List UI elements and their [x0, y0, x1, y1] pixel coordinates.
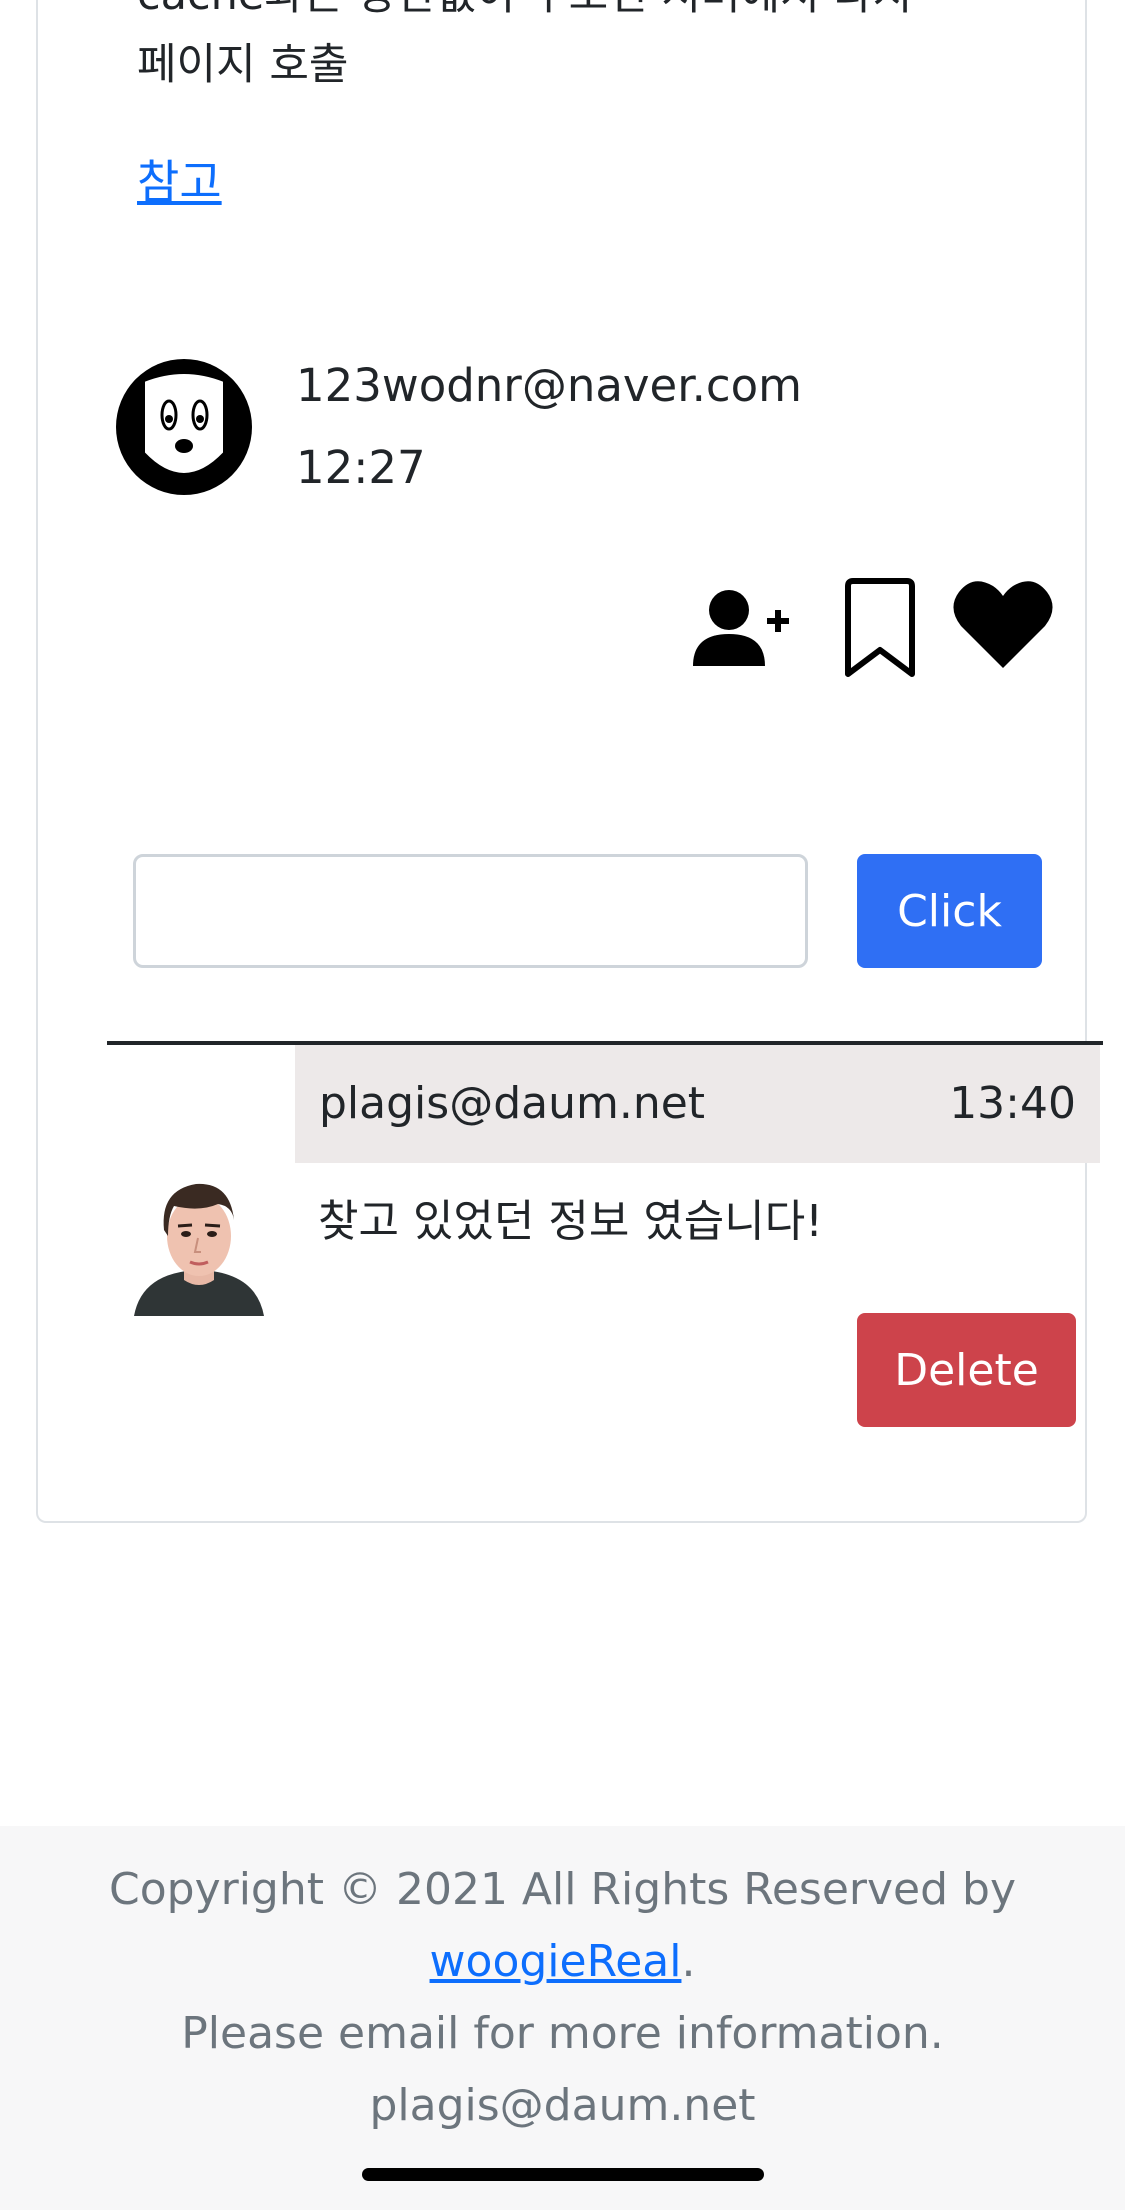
footer-email: plagis@daum.net: [369, 2080, 756, 2131]
delete-comment-button[interactable]: Delete: [857, 1313, 1076, 1427]
comment-text: 찾고 있었던 정보 였습니다!: [318, 1196, 823, 1247]
footer-info: Please email for more information.: [181, 2008, 944, 2059]
author-email: 123wodnr@naver.com: [296, 359, 803, 412]
footer-copyright: Copyright © 2021 All Rights Reserved by: [109, 1864, 1016, 1915]
post-card: cache와는 상관없이 무조건 서버에서 다시 페이지 호출 참고 123wo…: [36, 0, 1103, 1523]
comment-input[interactable]: [133, 854, 808, 968]
heart-icon[interactable]: [953, 578, 1053, 670]
footer-owner-suffix: .: [681, 1936, 696, 1987]
comment-avatar: [134, 1183, 264, 1316]
bookmark-icon[interactable]: [842, 578, 918, 678]
post-body-text: cache와는 상관없이 무조건 서버에서 다시 페이지 호출: [137, 0, 1037, 100]
footer-owner-line: woogieReal.: [0, 1932, 1125, 1992]
comment-submit-button[interactable]: Click: [857, 854, 1042, 968]
home-indicator: [362, 2168, 764, 2181]
footer: Copyright © 2021 All Rights Reserved by …: [0, 1826, 1125, 2210]
footer-owner-link[interactable]: woogieReal: [430, 1936, 682, 1987]
comment-header: plagis@daum.net 13:40: [295, 1045, 1100, 1163]
comment-author: plagis@daum.net: [319, 1078, 706, 1129]
post-body-line-2: 페이지 호출: [137, 40, 349, 90]
author-time: 12:27: [296, 441, 426, 494]
post-body-line-1: cache와는 상관없이 무조건 서버에서 다시: [137, 0, 1037, 30]
author-avatar: [116, 359, 252, 495]
person-plus-icon[interactable]: [691, 588, 791, 668]
comment-time: 13:40: [949, 1078, 1076, 1129]
reference-link[interactable]: 참고: [137, 152, 222, 212]
